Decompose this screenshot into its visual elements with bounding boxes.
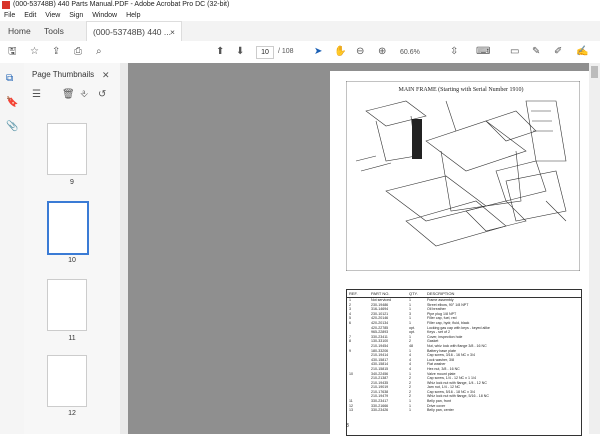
thumbnail-label: 9 bbox=[70, 179, 74, 186]
attachments-icon[interactable]: 📎 bbox=[6, 121, 18, 133]
panel-close-icon[interactable]: ✕ bbox=[102, 69, 110, 81]
panel-collapse-handle[interactable] bbox=[120, 63, 128, 434]
window-title: (000-53748B) 440 Parts Manual.PDF - Adob… bbox=[13, 1, 230, 8]
cell-ref: 13 bbox=[349, 408, 353, 413]
menu-bar: File Edit View Sign Window Help bbox=[0, 10, 600, 21]
document-viewer[interactable]: MAIN FRAME (Starting with Serial Number … bbox=[128, 63, 600, 436]
keyboard-icon[interactable]: ⌨ bbox=[476, 46, 490, 58]
draw-icon[interactable]: ✐ bbox=[554, 46, 562, 58]
menu-edit[interactable]: Edit bbox=[24, 12, 36, 19]
print-icon[interactable]: ⎙ bbox=[74, 46, 82, 58]
scrollbar-thumb[interactable] bbox=[591, 66, 598, 78]
page-down-icon[interactable]: ⬇ bbox=[236, 46, 244, 58]
bookmarks-icon[interactable]: 🔖 bbox=[6, 97, 18, 109]
panel-title: Page Thumbnails bbox=[32, 70, 95, 79]
thumbnail-panel: Page Thumbnails ✕ ☰ 🗑 ⎀ ↺ 9 10 11 12 bbox=[24, 63, 121, 434]
left-rail: ⧉ 🔖 📎 bbox=[0, 63, 25, 434]
bookmark-star-icon[interactable]: ☆ bbox=[30, 46, 39, 58]
page-number-input[interactable]: 10 bbox=[256, 46, 274, 59]
header-ref: REF. bbox=[349, 291, 358, 296]
zoom-in-icon[interactable]: ⊕ bbox=[378, 46, 386, 58]
menu-view[interactable]: View bbox=[45, 12, 60, 19]
tab-bar: Home Tools (000-53748B) 440 ... × bbox=[0, 21, 600, 42]
rotate-icon[interactable]: ↺ bbox=[98, 89, 106, 101]
window-title-bar: (000-53748B) 440 Parts Manual.PDF - Adob… bbox=[0, 0, 600, 10]
hand-tool-icon[interactable]: ✋ bbox=[334, 46, 346, 58]
page-up-icon[interactable]: ⬆ bbox=[216, 46, 224, 58]
thumbnail-label: 12 bbox=[68, 410, 76, 417]
delete-icon[interactable]: 🗑 bbox=[62, 89, 75, 101]
thumbnail-9[interactable] bbox=[47, 123, 87, 175]
parts-table: REF. PART NO. QTY. DESCRIPTION 1 Not serv… bbox=[346, 289, 582, 436]
vertical-scrollbar[interactable] bbox=[589, 63, 600, 434]
table-header: REF. PART NO. QTY. DESCRIPTION bbox=[347, 290, 581, 298]
table-body: 1 Not serviced 1 Frame assembly 2 230-19486 1 S… bbox=[347, 298, 581, 413]
save-icon[interactable]: 🖫 bbox=[8, 46, 17, 58]
sign-icon[interactable]: ✍ bbox=[576, 46, 588, 58]
menu-file[interactable]: File bbox=[4, 12, 15, 19]
thumbnail-10[interactable] bbox=[47, 201, 89, 255]
tab-document[interactable]: (000-53748B) 440 ... × bbox=[86, 21, 182, 41]
header-desc: DESCRIPTION bbox=[427, 291, 455, 296]
fit-page-icon[interactable]: ⇳ bbox=[450, 46, 458, 58]
insert-icon[interactable]: ⎀ bbox=[80, 89, 88, 101]
menu-help[interactable]: Help bbox=[126, 12, 140, 19]
menu-window[interactable]: Window bbox=[92, 12, 117, 19]
cell-desc: Belly pan, center bbox=[427, 408, 454, 413]
upload-icon[interactable]: ⇪ bbox=[52, 46, 60, 58]
pdf-page: MAIN FRAME (Starting with Serial Number … bbox=[330, 71, 592, 436]
thumbnails-icon[interactable]: ⧉ bbox=[6, 73, 13, 85]
toolbar: 🖫 ☆ ⇪ ⎙ ⌕ ⬆ ⬇ 10 / 108 ➤ ✋ ⊖ ⊕ 60.6% ⇳ ⌨… bbox=[0, 41, 600, 64]
comment-icon[interactable]: ▭ bbox=[510, 46, 519, 58]
zoom-level[interactable]: 60.6% bbox=[400, 47, 420, 59]
thumbnail-11[interactable] bbox=[47, 279, 87, 331]
search-icon[interactable]: ⌕ bbox=[96, 46, 102, 58]
tab-tools[interactable]: Tools bbox=[44, 21, 64, 41]
tab-home[interactable]: Home bbox=[8, 21, 31, 41]
cell-part: 330-23426 bbox=[371, 408, 389, 413]
thumbnail-12[interactable] bbox=[47, 355, 87, 407]
pdf-icon bbox=[2, 1, 10, 9]
header-qty: QTY. bbox=[409, 291, 418, 296]
tab-document-label: (000-53748B) 440 ... bbox=[93, 27, 171, 37]
thumbnail-label: 11 bbox=[68, 335, 76, 342]
page-footer: 8 bbox=[346, 423, 349, 429]
menu-sign[interactable]: Sign bbox=[69, 12, 83, 19]
thumbnail-label: 10 bbox=[68, 257, 76, 264]
table-row: 13 330-23426 1 Belly pan, center bbox=[347, 408, 581, 413]
select-cursor-icon[interactable]: ➤ bbox=[314, 46, 322, 58]
options-icon[interactable]: ☰ bbox=[32, 89, 41, 101]
exploded-diagram bbox=[346, 81, 580, 271]
tab-close-icon[interactable]: × bbox=[170, 22, 175, 42]
header-part: PART NO. bbox=[371, 291, 390, 296]
cell-qty: 1 bbox=[409, 408, 411, 413]
highlight-pen-icon[interactable]: ✎ bbox=[532, 46, 540, 58]
zoom-out-icon[interactable]: ⊖ bbox=[356, 46, 364, 58]
page-total: / 108 bbox=[278, 48, 294, 55]
